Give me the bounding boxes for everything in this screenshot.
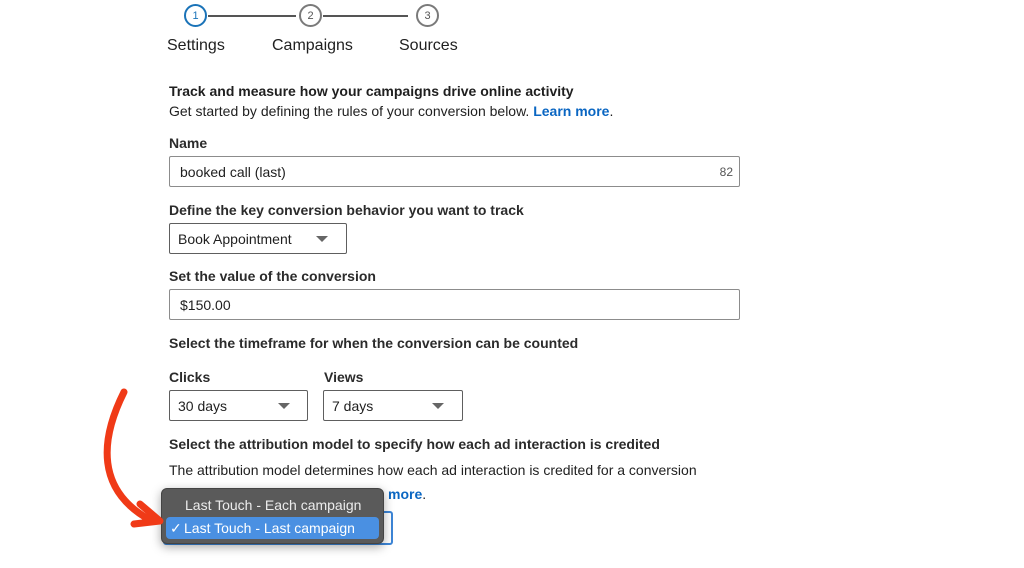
step-2-label: Campaigns bbox=[272, 37, 353, 54]
arrow-shaft bbox=[103, 388, 154, 524]
menu-option-label: Last Touch - Each campaign bbox=[185, 497, 362, 513]
intro-subtext-text: Get started by defining the rules of you… bbox=[169, 103, 530, 119]
period: . bbox=[422, 486, 427, 502]
menu-option-label: Last Touch - Last campaign bbox=[184, 520, 355, 536]
chevron-down-icon bbox=[278, 403, 290, 409]
attribution-learn-more: more. bbox=[388, 486, 426, 502]
step-3-label: Sources bbox=[399, 37, 458, 54]
attribution-description: The attribution model determines how eac… bbox=[169, 462, 697, 478]
learn-more-link[interactable]: Learn more bbox=[533, 103, 609, 119]
value-input[interactable]: $150.00 bbox=[169, 289, 740, 320]
attribution-label: Select the attribution model to specify … bbox=[169, 436, 660, 452]
views-select-value: 7 days bbox=[332, 397, 374, 414]
views-label: Views bbox=[324, 369, 364, 385]
section-heading: Track and measure how your campaigns dri… bbox=[169, 83, 574, 99]
step-2-circle[interactable]: 2 bbox=[299, 4, 322, 27]
progress-stepper: 1 2 3 Settings Campaigns Sources bbox=[160, 0, 480, 60]
chevron-down-icon bbox=[316, 236, 328, 242]
step-connector bbox=[323, 15, 408, 17]
annotation-arrow-icon bbox=[103, 388, 164, 528]
intro-subtext: Get started by defining the rules of you… bbox=[169, 103, 613, 119]
behavior-label: Define the key conversion behavior you w… bbox=[169, 202, 524, 218]
step-3-circle[interactable]: 3 bbox=[416, 4, 439, 27]
step-3-number: 3 bbox=[424, 9, 431, 22]
char-counter: 82 bbox=[719, 165, 733, 179]
views-select[interactable]: 7 days bbox=[323, 390, 463, 421]
attribution-learn-more-link[interactable]: more bbox=[388, 486, 422, 502]
period: . bbox=[609, 103, 614, 119]
name-input[interactable]: booked call (last) 82 bbox=[169, 156, 740, 187]
step-connector bbox=[208, 15, 296, 17]
value-label: Set the value of the conversion bbox=[169, 268, 376, 284]
timeframe-label: Select the timeframe for when the conver… bbox=[169, 335, 579, 351]
chevron-down-icon bbox=[432, 403, 444, 409]
step-2-number: 2 bbox=[307, 9, 314, 22]
